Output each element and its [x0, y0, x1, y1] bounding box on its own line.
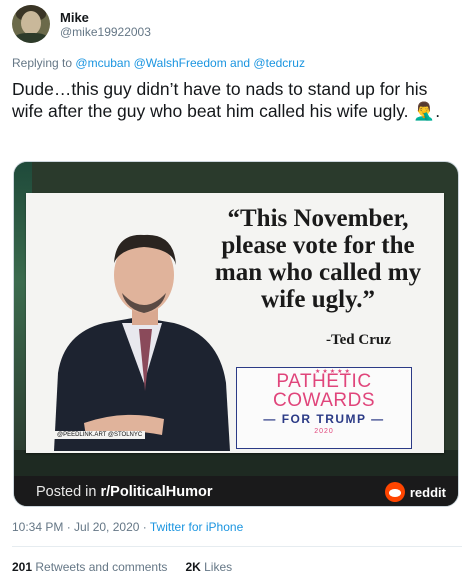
tweet-stats: 201 Retweets and comments 2K Likes	[12, 560, 232, 574]
badge-for-trump: — FOR TRUMP —	[263, 412, 385, 426]
pathetic-cowards-badge: ★★★★★ PATHETIC COWARDS — FOR TRUMP — 202…	[236, 367, 412, 449]
divider	[12, 546, 462, 547]
user-handle[interactable]: @mike19922003	[60, 25, 151, 39]
reddit-caption-bar[interactable]: Posted in r/PoliticalHumor reddit	[14, 476, 458, 506]
mention-tedcruz[interactable]: @tedcruz	[253, 56, 305, 70]
tweet-source[interactable]: Twitter for iPhone	[150, 520, 243, 534]
avatar-body	[14, 33, 48, 43]
likes-stat[interactable]: 2K Likes	[185, 560, 232, 574]
replying-to: Replying to @mcuban @WalshFreedom and @t…	[12, 56, 305, 70]
subreddit-name[interactable]: r/PoliticalHumor	[101, 484, 213, 500]
poster-attribution: -Ted Cruz	[326, 332, 391, 348]
user-names: Mike @mike19922003	[60, 10, 151, 39]
posted-in: Posted in r/PoliticalHumor	[36, 484, 213, 500]
posted-prefix: Posted in	[36, 484, 97, 500]
display-name[interactable]: Mike	[60, 10, 151, 25]
tweet-time[interactable]: 10:34 PM · Jul 20, 2020 ·	[12, 520, 147, 534]
background-ground	[14, 450, 458, 476]
reddit-brand[interactable]: reddit	[384, 482, 446, 502]
badge-line2: COWARDS	[272, 390, 376, 411]
retweets-count: 201	[12, 560, 33, 574]
poster-tags: @PEEDLINK.ART @STOLNYC	[54, 431, 146, 439]
tweet-text: Dude…this guy didn’t have to nads to sta…	[12, 79, 441, 121]
tweet-media[interactable]: “This November, please vote for the man …	[13, 161, 459, 507]
likes-count: 2K	[185, 560, 201, 574]
retweets-label: Retweets and comments	[35, 560, 168, 574]
tweet-header: Mike @mike19922003	[12, 4, 151, 44]
mention-joiner: and	[230, 56, 251, 70]
mention-walshfreedom[interactable]: @WalshFreedom	[134, 56, 227, 70]
badge-year: 2020	[314, 428, 334, 435]
poster-quote: “This November, please vote for the man …	[214, 205, 422, 313]
avatar-face	[21, 11, 41, 35]
badge-stars: ★★★★★	[315, 369, 352, 375]
avatar[interactable]	[12, 5, 50, 43]
replying-prefix: Replying to	[12, 56, 73, 70]
reddit-icon	[384, 482, 405, 502]
tweet-meta: 10:34 PM · Jul 20, 2020 · Twitter for iP…	[12, 520, 243, 534]
mention-mcuban[interactable]: @mcuban	[75, 56, 130, 70]
reddit-label: reddit	[409, 484, 446, 500]
retweets-stat[interactable]: 201 Retweets and comments	[12, 560, 167, 574]
likes-label: Likes	[204, 560, 233, 574]
poster: “This November, please vote for the man …	[26, 193, 444, 453]
